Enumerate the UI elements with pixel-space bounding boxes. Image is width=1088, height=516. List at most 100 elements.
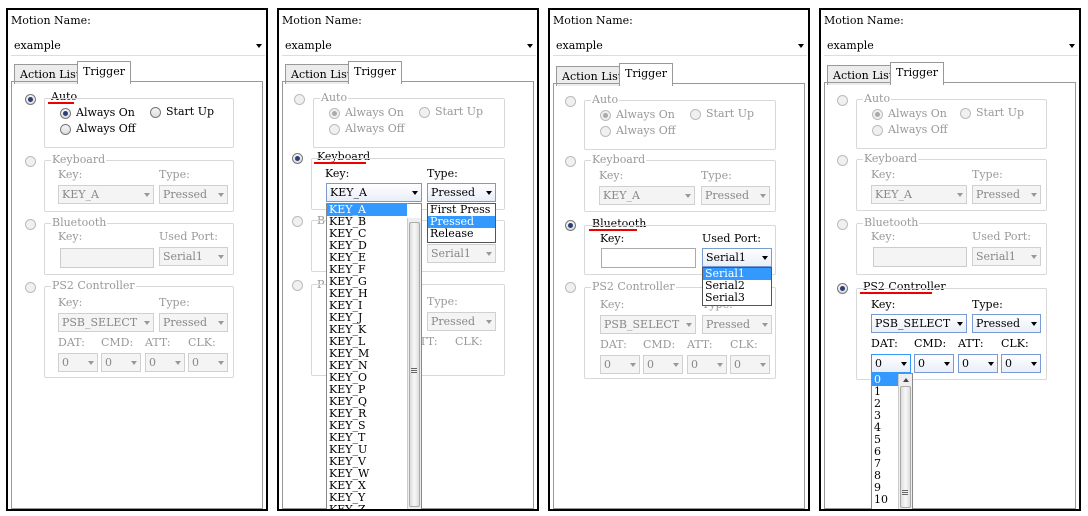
dat-select[interactable]: 0 [58, 353, 98, 372]
cmd-select[interactable]: 0 [101, 353, 141, 372]
keyboard-key-select[interactable]: KEY_A [326, 183, 422, 202]
chevron-down-icon [762, 256, 768, 260]
ps2-radio[interactable] [292, 280, 303, 291]
ps2-radio[interactable] [837, 283, 848, 294]
start-up-radio[interactable] [690, 109, 701, 120]
scrollbar-thumb[interactable] [409, 222, 420, 507]
keyboard-radio[interactable] [292, 153, 303, 164]
ps2-type-select[interactable]: Pressed [159, 313, 228, 332]
tab-trigger[interactable]: Trigger [77, 61, 131, 84]
ps2-type-select[interactable]: Pressed [972, 314, 1041, 333]
always-on-radio[interactable] [329, 108, 340, 119]
ps2-key-select[interactable]: PSB_SELECT [58, 313, 154, 332]
scroll-grip [411, 372, 417, 373]
ps2-type-label: Type: [159, 296, 190, 309]
cmd-select[interactable]: 0 [643, 355, 683, 374]
always-off-radio[interactable] [872, 125, 883, 136]
keyboard-radio[interactable] [837, 155, 848, 166]
always-on-label: Always On [888, 107, 947, 120]
keyboard-type-select[interactable]: Pressed [972, 185, 1041, 204]
used-port-select[interactable]: Serial1 [159, 247, 228, 266]
keyboard-radio[interactable] [565, 156, 576, 167]
auto-radio[interactable] [294, 94, 305, 105]
bluetooth-key-input[interactable] [873, 247, 967, 267]
start-up-radio[interactable] [960, 108, 971, 119]
scroll-grip [902, 490, 908, 491]
start-up-radio[interactable] [419, 107, 430, 118]
clk-label: CLK: [730, 338, 758, 351]
att-label: ATT: [687, 338, 713, 351]
dropdown-scrollbar[interactable] [407, 218, 421, 509]
auto-radio[interactable] [837, 95, 848, 106]
chevron-down-icon [957, 322, 963, 326]
dropdown-option[interactable]: 10 [872, 494, 898, 506]
always-off-radio[interactable] [60, 124, 71, 135]
dropdown-option[interactable]: KEY_Z [327, 504, 407, 510]
ps2-key-select[interactable]: PSB_SELECT [871, 314, 967, 333]
motion-name-combo[interactable]: example [282, 37, 536, 56]
att-select[interactable]: 0 [145, 353, 185, 372]
att-select[interactable]: 0 [958, 354, 998, 373]
bluetooth-key-input[interactable] [601, 248, 696, 268]
motion-name-combo[interactable]: example [553, 37, 807, 56]
start-up-radio[interactable] [150, 107, 161, 118]
keyboard-key-select[interactable]: KEY_A [599, 186, 695, 205]
dropdown-option[interactable]: Serial3 [703, 292, 771, 304]
clk-label: CLK: [188, 336, 216, 349]
keyboard-key-select[interactable]: KEY_A [58, 185, 154, 204]
keyboard-type-select[interactable]: Pressed [701, 186, 770, 205]
always-off-radio[interactable] [600, 126, 611, 137]
used-port-select[interactable]: Serial1 [427, 244, 496, 263]
chevron-down-icon [1031, 322, 1037, 326]
scroll-up-icon[interactable] [903, 378, 909, 382]
clk-select[interactable]: 0 [1001, 354, 1041, 373]
keyboard-key-select[interactable]: KEY_A [871, 185, 967, 204]
bluetooth-radio[interactable] [565, 220, 576, 231]
motion-name-combo[interactable]: example [824, 37, 1078, 56]
keyboard-type-select[interactable]: Pressed [427, 183, 496, 202]
att-select[interactable]: 0 [687, 355, 727, 374]
clk-select[interactable]: 0 [730, 355, 770, 374]
always-on-radio[interactable] [60, 108, 71, 119]
auto-radio[interactable] [25, 94, 36, 105]
scroll-grip [411, 368, 417, 369]
tab-trigger[interactable]: Trigger [348, 61, 402, 84]
keyboard-type-value: Pressed [976, 188, 1021, 201]
always-on-radio[interactable] [600, 110, 611, 121]
always-on-radio[interactable] [872, 109, 883, 120]
always-off-radio[interactable] [329, 124, 340, 135]
tab-trigger[interactable]: Trigger [890, 62, 944, 85]
bluetooth-label: Bluetooth [51, 216, 108, 229]
used-port-select[interactable]: Serial1 [702, 248, 772, 267]
chevron-down-icon [762, 323, 768, 327]
keyboard-type-select[interactable]: Pressed [159, 185, 228, 204]
ps2-key-value: PSB_SELECT [62, 316, 138, 329]
dropdown-option[interactable]: Release [428, 228, 495, 240]
dat-select[interactable]: 0 [600, 355, 640, 374]
bluetooth-radio[interactable] [837, 219, 848, 230]
bluetooth-radio[interactable] [292, 216, 303, 227]
start-up-label: Start Up [166, 105, 215, 118]
ps2-type-select[interactable]: Pressed [702, 315, 772, 334]
auto-radio[interactable] [565, 96, 576, 107]
keyboard-radio[interactable] [25, 156, 36, 167]
cmd-value: 0 [918, 357, 925, 370]
cmd-select[interactable]: 0 [914, 354, 954, 373]
dat-select[interactable]: 0 [871, 354, 911, 373]
always-off-label: Always Off [616, 124, 676, 137]
ps2-type-select[interactable]: Pressed [427, 312, 496, 331]
ps2-key-select[interactable]: PSB_SELECT [600, 315, 696, 334]
clk-select[interactable]: 0 [188, 353, 228, 372]
ps2-radio[interactable] [25, 282, 36, 293]
tab-trigger[interactable]: Trigger [619, 63, 673, 86]
used-port-select[interactable]: Serial1 [972, 247, 1041, 266]
bluetooth-key-input[interactable] [60, 248, 154, 268]
dropdown-scrollbar[interactable] [898, 374, 912, 509]
auto-label: Auto [591, 93, 620, 106]
bluetooth-key-label: Key: [871, 230, 896, 243]
bluetooth-radio[interactable] [25, 219, 36, 230]
motion-name-combo[interactable]: example [11, 37, 265, 56]
ps2-radio[interactable] [565, 282, 576, 293]
cmd-value: 0 [105, 356, 112, 369]
ps2-type-value: Pressed [431, 315, 476, 328]
